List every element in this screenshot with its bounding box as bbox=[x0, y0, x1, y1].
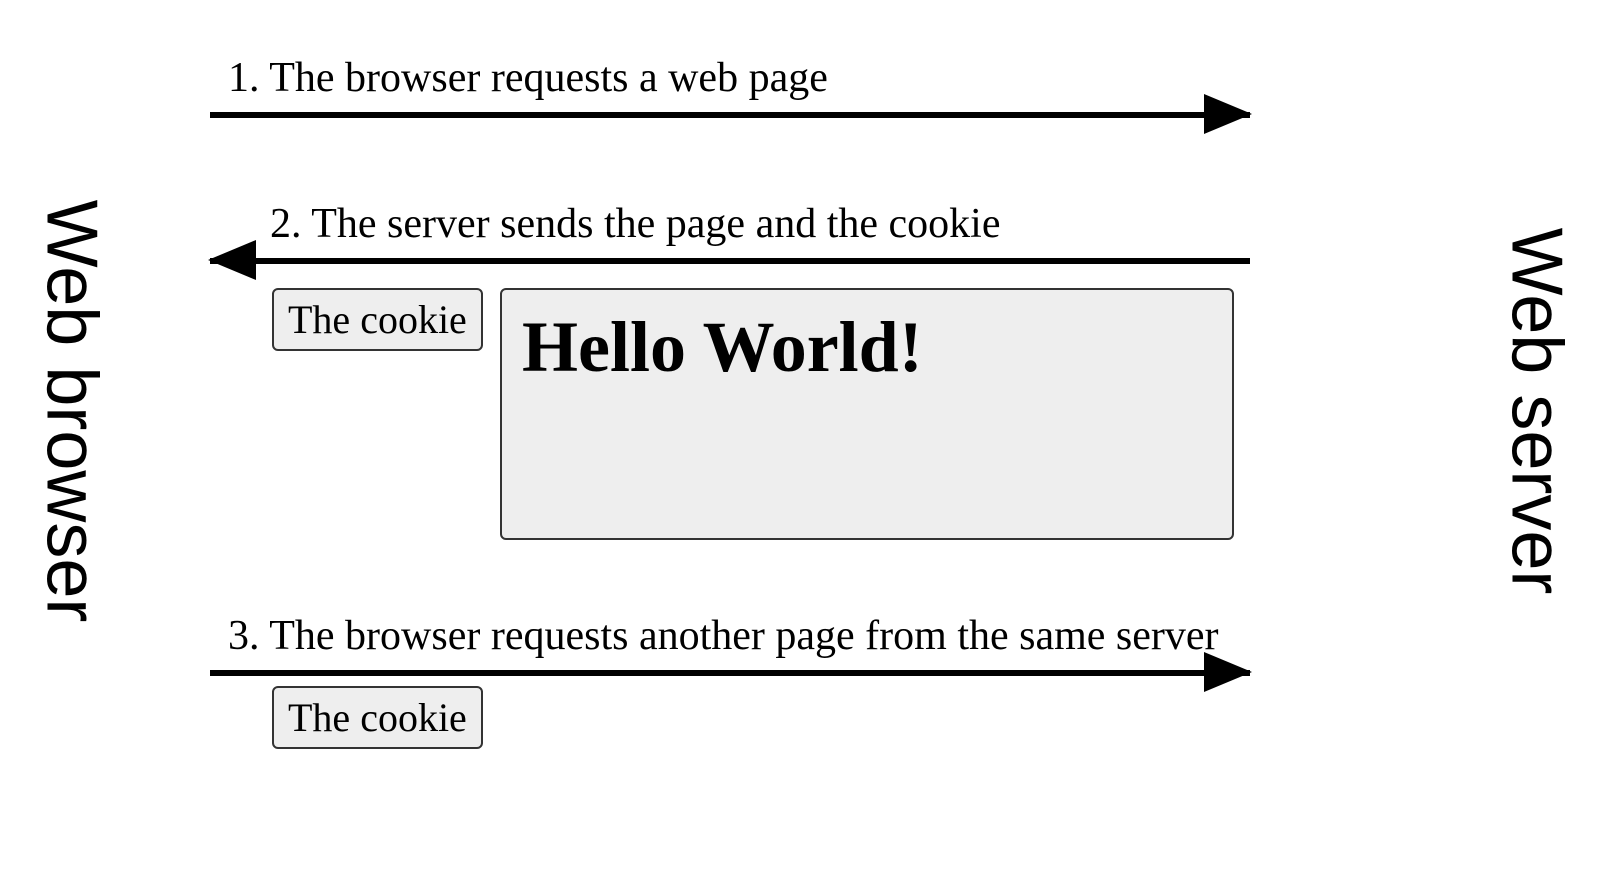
arrow-right-1 bbox=[210, 94, 1250, 134]
arrow-head-right-icon bbox=[1204, 652, 1252, 692]
arrow-head-right-icon bbox=[1204, 94, 1252, 134]
page-title: Hello World! bbox=[522, 306, 1212, 389]
arrow-line bbox=[210, 670, 1250, 676]
web-server-label: Web server bbox=[1496, 228, 1578, 595]
arrow-line bbox=[210, 112, 1250, 118]
web-browser-label: Web browser bbox=[30, 200, 112, 623]
page-box: Hello World! bbox=[500, 288, 1234, 540]
cookie-box: The cookie bbox=[272, 686, 483, 749]
arrow-line bbox=[210, 258, 1250, 264]
arrow-head-left-icon bbox=[208, 240, 256, 280]
arrow-left-2 bbox=[210, 240, 1250, 280]
cookie-box: The cookie bbox=[272, 288, 483, 351]
